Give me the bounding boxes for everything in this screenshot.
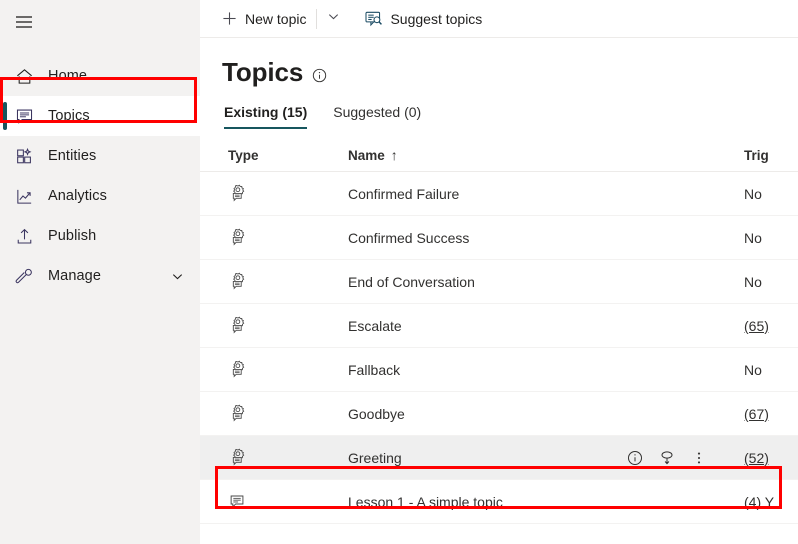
topic-type-cell [200, 404, 262, 423]
column-header-trigger[interactable]: Trig [738, 148, 798, 163]
toolbar-divider [316, 9, 317, 29]
page-title: Topics [222, 56, 303, 88]
new-topic-button[interactable]: New topic [212, 3, 314, 35]
hamburger-icon [15, 15, 33, 29]
topic-type-cell [200, 360, 262, 379]
sort-ascending-icon: ↑ [391, 147, 398, 163]
suggest-topics-label: Suggest topics [390, 11, 482, 27]
system-topic-icon [228, 316, 247, 335]
trigger-link: (65) [744, 318, 769, 334]
hamburger-menu-button[interactable] [0, 2, 48, 42]
sidebar-item-label: Topics [48, 108, 90, 124]
sidebar-item-analytics[interactable]: Analytics [0, 176, 200, 216]
table-row[interactable]: Fallback No [200, 348, 798, 392]
home-icon [0, 67, 48, 86]
chevron-down-icon [327, 10, 340, 28]
main-content: New topic [200, 0, 798, 544]
topic-name-cell: Lesson 1 - A simple topic [262, 494, 738, 510]
wrench-icon [0, 267, 48, 286]
command-bar: New topic [200, 0, 798, 38]
sidebar-item-home[interactable]: Home [0, 56, 200, 96]
plus-icon [220, 11, 238, 26]
tab-label: Suggested (0) [333, 104, 421, 120]
column-header-type[interactable]: Type [200, 148, 262, 163]
topics-table: Type Name ↑ Trig [200, 139, 798, 524]
table-row-greeting[interactable]: Greeting [200, 436, 798, 480]
chat-bubble-icon [0, 107, 48, 126]
line-chart-icon [0, 187, 48, 206]
tab-suggested[interactable]: Suggested (0) [333, 104, 421, 129]
sidebar-item-publish[interactable]: Publish [0, 216, 200, 256]
system-topic-icon [228, 184, 247, 203]
system-topic-icon [228, 272, 247, 291]
system-topic-icon [228, 404, 247, 423]
sidebar-item-label: Analytics [48, 188, 107, 204]
trigger-link: (67) [744, 406, 769, 422]
selection-indicator [3, 102, 7, 130]
row-more-button[interactable] [690, 449, 708, 467]
sidebar: Home Topics [0, 0, 200, 544]
user-topic-icon [228, 492, 247, 511]
topic-name-cell: End of Conversation [262, 274, 738, 290]
topic-trigger-cell: No [738, 274, 798, 290]
suggest-topics-icon [365, 11, 383, 27]
column-header-name[interactable]: Name ↑ [262, 147, 738, 163]
system-topic-icon [228, 448, 247, 467]
topic-name-cell: Confirmed Failure [262, 186, 738, 202]
table-row[interactable]: End of Conversation No [200, 260, 798, 304]
column-header-name-label: Name [348, 148, 385, 163]
sidebar-item-label: Entities [48, 148, 96, 164]
row-action-group [626, 449, 708, 467]
topic-name-cell: Confirmed Success [262, 230, 738, 246]
new-topic-dropdown-button[interactable] [319, 3, 347, 35]
topic-type-cell [200, 492, 262, 511]
sidebar-item-label: Publish [48, 228, 96, 244]
chevron-down-icon[interactable] [171, 270, 184, 283]
topic-type-cell [200, 272, 262, 291]
table-header-row: Type Name ↑ Trig [200, 139, 798, 172]
sidebar-item-topics[interactable]: Topics [0, 96, 200, 136]
table-row[interactable]: Confirmed Success No [200, 216, 798, 260]
upload-arrow-icon [0, 227, 48, 246]
topic-trigger-cell: No [738, 230, 798, 246]
app-root: Home Topics [0, 0, 798, 544]
tab-list: Existing (15) Suggested (0) [224, 104, 798, 129]
suggest-topics-button[interactable]: Suggest topics [357, 3, 490, 35]
topic-name-cell: Fallback [262, 362, 738, 378]
new-topic-label: New topic [245, 11, 306, 27]
topic-name-cell: Escalate [262, 318, 738, 334]
topic-trigger-cell: No [738, 186, 798, 202]
sidebar-item-label: Home [48, 68, 87, 84]
sidebar-item-label: Manage [48, 268, 101, 284]
entities-grid-icon [0, 147, 48, 166]
topic-type-cell [200, 448, 262, 467]
system-topic-icon [228, 360, 247, 379]
trigger-link: (52) [744, 450, 769, 466]
sidebar-item-entities[interactable]: Entities [0, 136, 200, 176]
sidebar-item-manage[interactable]: Manage [0, 256, 200, 296]
topic-trigger-cell: No [738, 362, 798, 378]
topic-type-cell [200, 316, 262, 335]
tab-label: Existing (15) [224, 104, 307, 120]
topic-trigger-cell[interactable]: (4) Y [738, 494, 798, 510]
topic-type-cell [200, 184, 262, 203]
topic-trigger-cell[interactable]: (65) [738, 318, 798, 334]
sidebar-nav: Home Topics [0, 56, 200, 296]
info-circle-icon[interactable] [312, 68, 327, 83]
row-test-button[interactable] [658, 449, 676, 467]
table-row[interactable]: Escalate (65) [200, 304, 798, 348]
topic-type-cell [200, 228, 262, 247]
table-row[interactable]: Confirmed Failure No [200, 172, 798, 216]
page-header: Topics [200, 38, 798, 88]
table-row[interactable]: Lesson 1 - A simple topic (4) Y [200, 480, 798, 524]
table-row[interactable]: Goodbye (67) [200, 392, 798, 436]
topic-trigger-cell[interactable]: (67) [738, 406, 798, 422]
topic-trigger-cell[interactable]: (52) [738, 450, 798, 466]
topic-name-cell: Goodbye [262, 406, 738, 422]
row-info-button[interactable] [626, 449, 644, 467]
system-topic-icon [228, 228, 247, 247]
trigger-link: (4) Y [744, 494, 774, 510]
tab-existing[interactable]: Existing (15) [224, 104, 307, 129]
